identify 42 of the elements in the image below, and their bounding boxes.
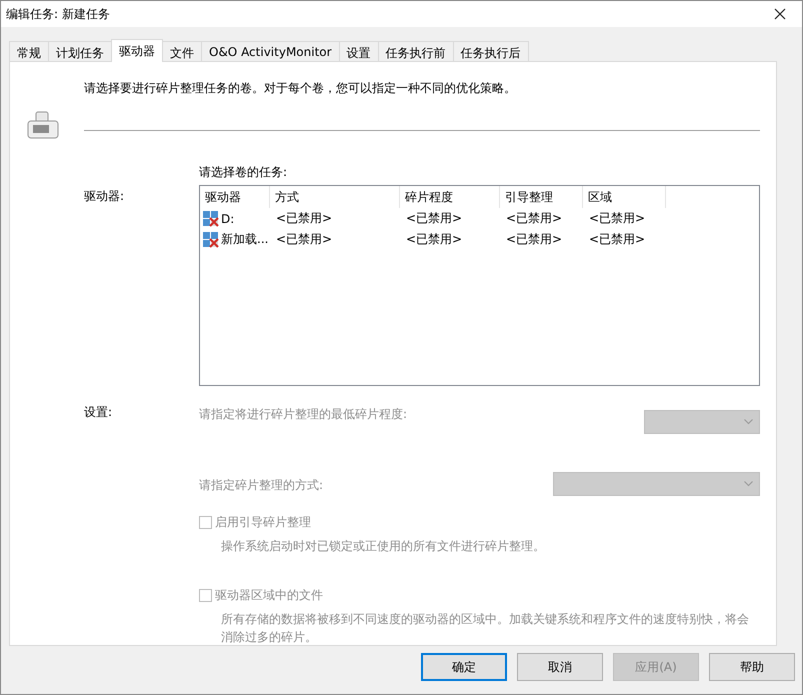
option-description: 所有存储的数据将被移到不同速度的驱动器的区域中。加载关键系统和程序文件的速度特别快，将会消除过多的碎片。	[220, 611, 750, 646]
drives-label: 驱动器:	[84, 188, 126, 205]
dialog-button[interactable]: 确定	[421, 653, 507, 681]
chevron-down-icon	[744, 419, 753, 425]
column-header[interactable]: 驱动器	[200, 186, 270, 208]
drive-disabled-icon	[203, 210, 219, 226]
tab[interactable]: 任务执行前	[378, 41, 454, 61]
column-header[interactable]: 区域	[583, 186, 666, 208]
settings-label: 设置:	[84, 404, 114, 421]
table-cell-text: <已禁用>	[405, 231, 464, 248]
tab[interactable]: 常规	[9, 41, 49, 61]
table-cell-text: <已禁用>	[505, 210, 564, 227]
dialog-button[interactable]: 帮助	[709, 653, 795, 681]
table-cell-text: <已禁用>	[505, 231, 564, 248]
close-icon[interactable]	[774, 8, 786, 20]
dialog-button[interactable]: 取消	[517, 653, 603, 681]
tab[interactable]: O&O ActivityMonitor	[201, 41, 340, 61]
option-description: 操作系统启动时对已锁定或正使用的所有文件进行碎片整理。	[220, 538, 546, 555]
tab[interactable]: 任务执行后	[452, 41, 529, 61]
chevron-down-icon	[744, 481, 753, 487]
list-caption: 请选择卷的任务:	[199, 164, 288, 181]
setting-label: 请指定碎片整理的方式:	[199, 476, 324, 494]
column-header[interactable]: 碎片程度	[400, 186, 500, 208]
drive-disabled-icon	[203, 232, 219, 248]
drive-icon	[26, 110, 60, 140]
table-cell-text: <已禁用>	[405, 210, 464, 227]
table-cell: 新加载...	[221, 231, 268, 248]
table-cell-text: <已禁用>	[275, 210, 334, 227]
setting-label: 请指定将进行碎片整理的最低碎片程度:	[199, 406, 408, 423]
table-cell-text: <已禁用>	[588, 231, 646, 248]
column-header[interactable]: 引导整理	[500, 186, 583, 208]
intro-text: 请选择要进行碎片整理任务的卷。对于每个卷，您可以指定一种不同的优化策略。	[84, 80, 517, 97]
tab[interactable]: 计划任务	[48, 41, 112, 61]
column-header[interactable]: 方式	[270, 186, 400, 208]
table-cell-text: <已禁用>	[275, 231, 334, 248]
table-cell-text: <已禁用>	[588, 210, 646, 227]
tab[interactable]: 设置	[338, 41, 379, 61]
volume-list[interactable]: 驱动器 方式 碎片程度 引导整理 区域 D: <已禁用> <已禁用> <已禁用> <已禁用> 新加载... <已禁用> <已禁用> <已禁用> <已禁用>	[199, 185, 760, 386]
tab[interactable]: 驱动器	[111, 39, 163, 62]
table-cell: D:	[221, 212, 234, 226]
window-title: 编辑任务: 新建任务	[6, 6, 110, 22]
tab[interactable]: 文件	[162, 41, 202, 61]
